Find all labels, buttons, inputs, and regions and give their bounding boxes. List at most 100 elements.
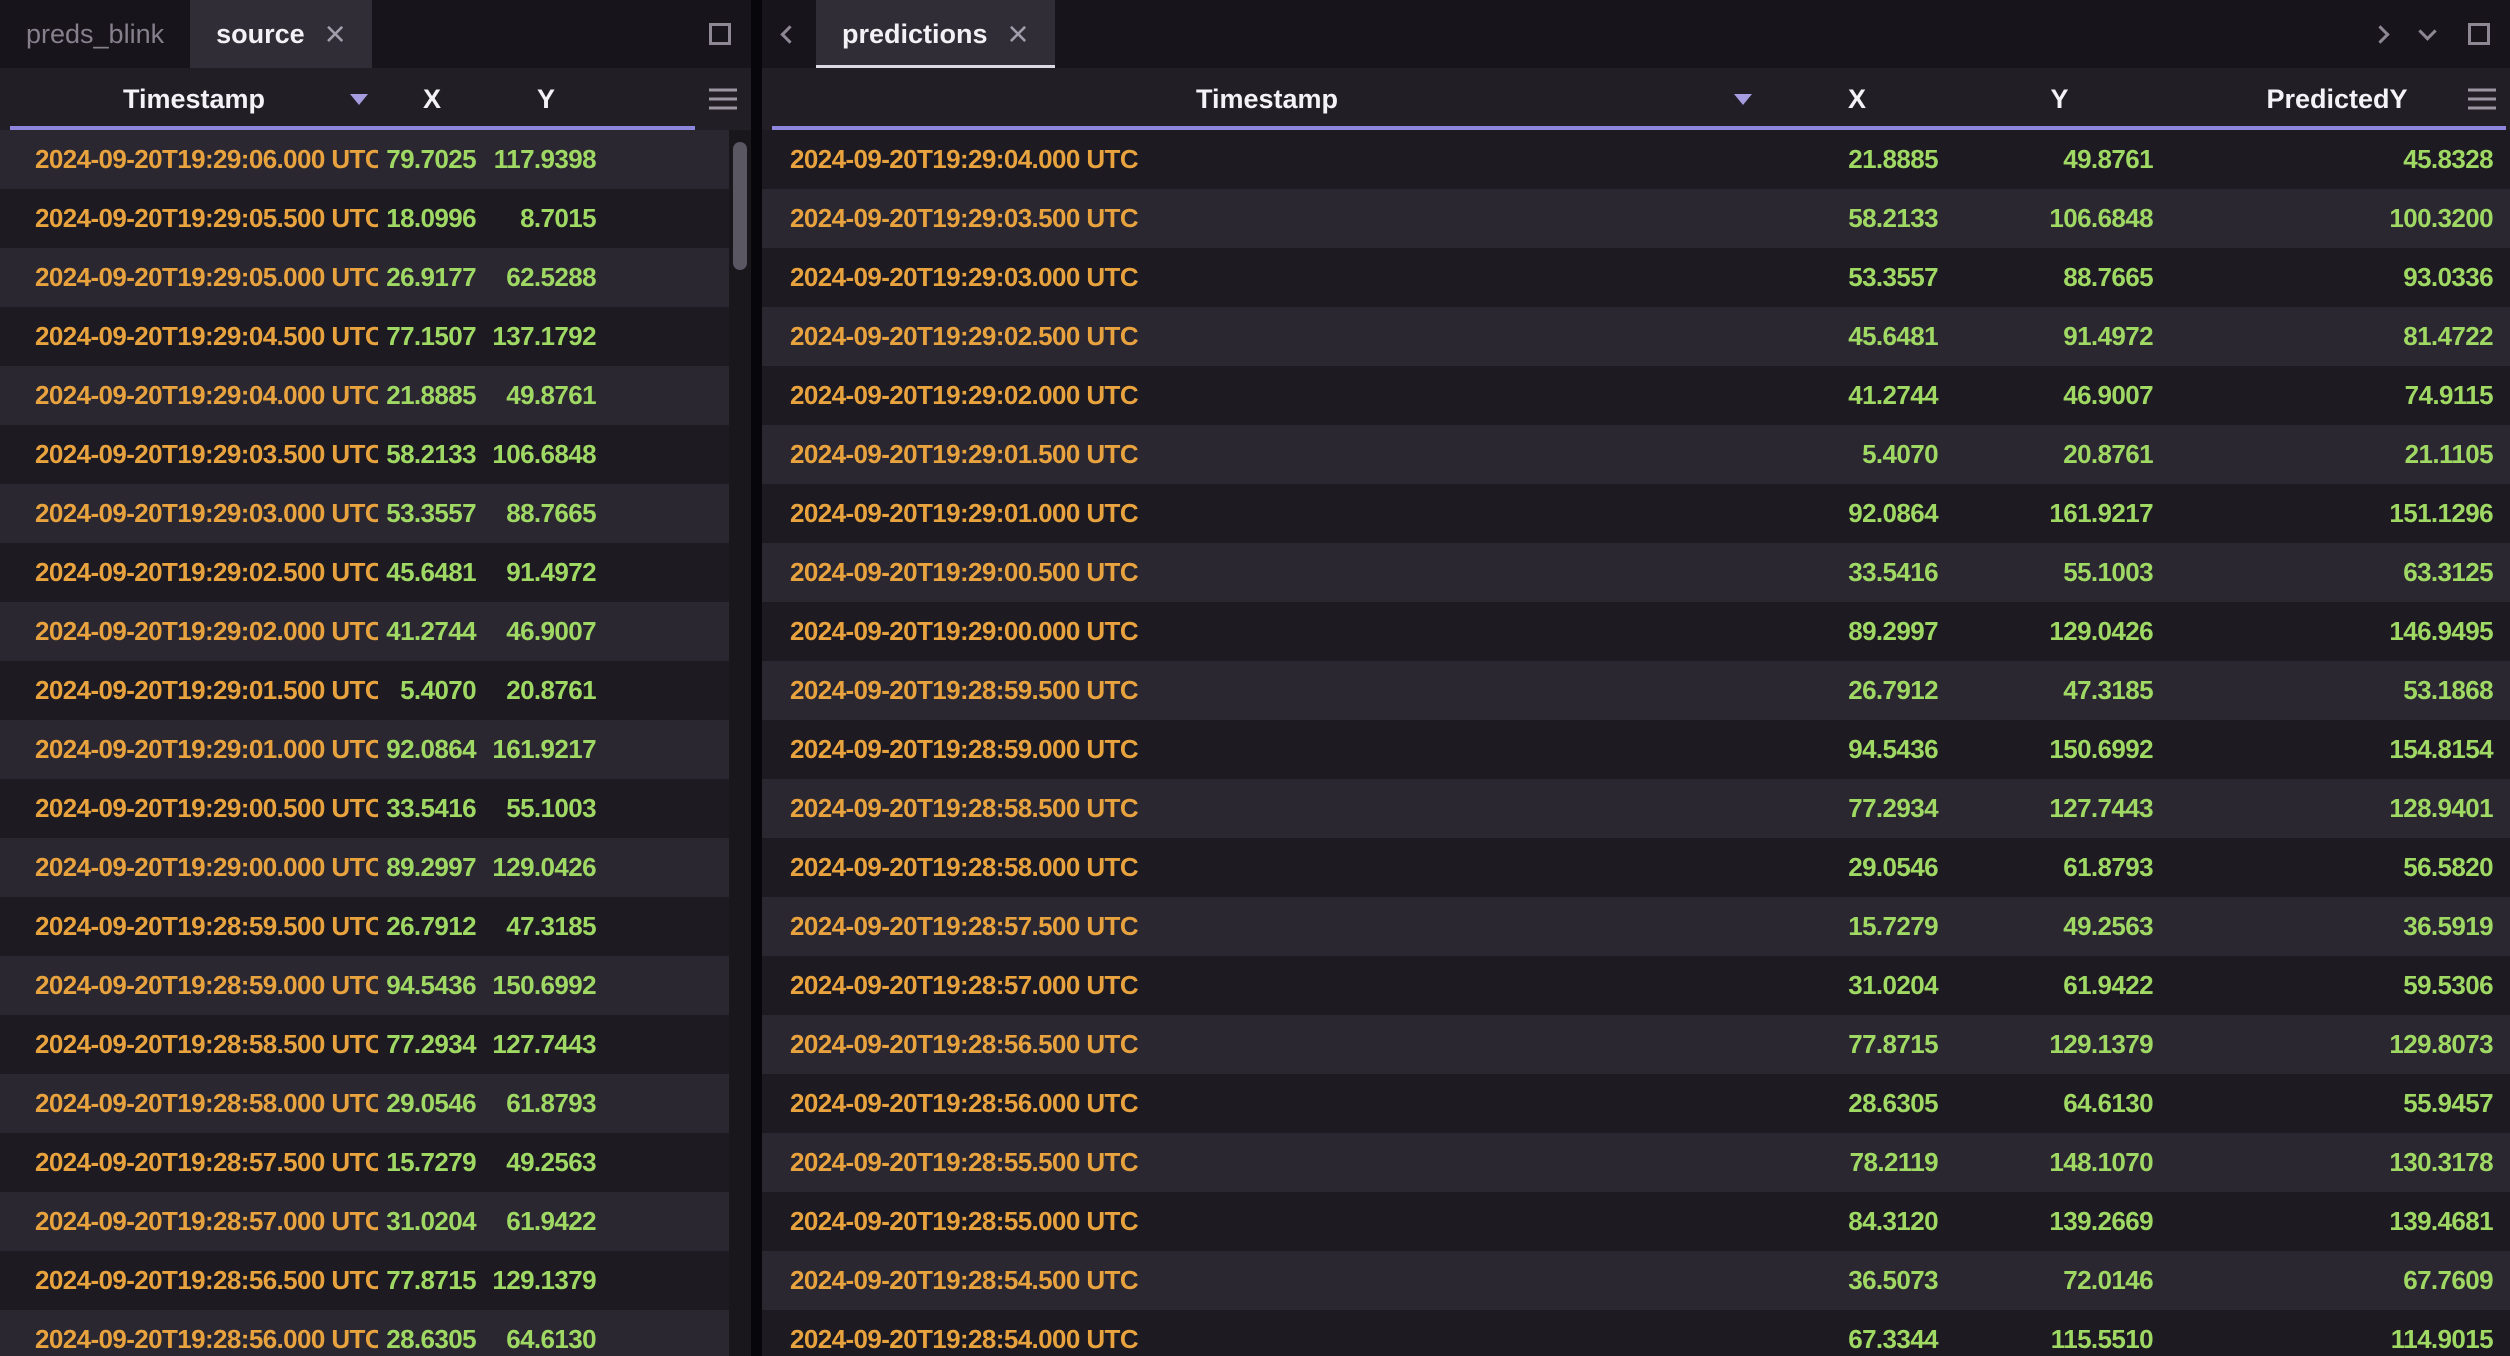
y-cell[interactable]: 61.8793 <box>1952 852 2167 883</box>
predictedy-cell[interactable]: 67.7609 <box>2167 1265 2507 1296</box>
predictedy-cell[interactable]: 129.8073 <box>2167 1029 2507 1060</box>
y-cell[interactable]: 150.6992 <box>486 970 606 1001</box>
table-row[interactable]: 2024-09-20T19:29:03.500 UTC58.2133106.68… <box>762 189 2510 248</box>
y-cell[interactable]: 46.9007 <box>1952 380 2167 411</box>
table-row[interactable]: 2024-09-20T19:28:56.500 UTC77.8715129.13… <box>0 1251 729 1310</box>
x-cell[interactable]: 77.1507 <box>378 321 486 352</box>
timestamp-cell[interactable]: 2024-09-20T19:28:58.500 UTC <box>10 1029 378 1060</box>
table-row[interactable]: 2024-09-20T19:29:03.000 UTC53.355788.766… <box>762 248 2510 307</box>
predictedy-cell[interactable]: 93.0336 <box>2167 262 2507 293</box>
table-row[interactable]: 2024-09-20T19:29:04.000 UTC21.888549.876… <box>0 366 729 425</box>
timestamp-cell[interactable]: 2024-09-20T19:28:54.000 UTC <box>772 1324 1762 1355</box>
table-row[interactable]: 2024-09-20T19:28:56.000 UTC28.630564.613… <box>0 1310 729 1356</box>
y-cell[interactable]: 161.9217 <box>1952 498 2167 529</box>
x-cell[interactable]: 15.7279 <box>378 1147 486 1178</box>
x-cell[interactable]: 41.2744 <box>378 616 486 647</box>
predictedy-cell[interactable]: 59.5306 <box>2167 970 2507 1001</box>
table-row[interactable]: 2024-09-20T19:28:56.500 UTC77.8715129.13… <box>762 1015 2510 1074</box>
timestamp-cell[interactable]: 2024-09-20T19:29:05.000 UTC <box>10 262 378 293</box>
y-cell[interactable]: 55.1003 <box>486 793 606 824</box>
x-cell[interactable]: 31.0204 <box>378 1206 486 1237</box>
table-row[interactable]: 2024-09-20T19:29:02.000 UTC41.274446.900… <box>0 602 729 661</box>
tab-predictions[interactable]: predictions × <box>816 0 1055 68</box>
table-row[interactable]: 2024-09-20T19:29:05.500 UTC18.09968.7015 <box>0 189 729 248</box>
table-row[interactable]: 2024-09-20T19:28:58.500 UTC77.2934127.74… <box>0 1015 729 1074</box>
x-cell[interactable]: 77.2934 <box>378 1029 486 1060</box>
chevron-right-icon[interactable] <box>2371 25 2389 43</box>
y-cell[interactable]: 117.9398 <box>486 144 606 175</box>
table-menu-icon[interactable] <box>2468 89 2496 110</box>
y-cell[interactable]: 88.7665 <box>1952 262 2167 293</box>
x-cell[interactable]: 26.7912 <box>1762 675 1952 706</box>
tab-source[interactable]: source × <box>190 0 372 68</box>
timestamp-cell[interactable]: 2024-09-20T19:28:54.500 UTC <box>772 1265 1762 1296</box>
x-cell[interactable]: 53.3557 <box>378 498 486 529</box>
table-row[interactable]: 2024-09-20T19:29:00.500 UTC33.541655.100… <box>0 779 729 838</box>
timestamp-cell[interactable]: 2024-09-20T19:29:00.000 UTC <box>772 616 1762 647</box>
timestamp-cell[interactable]: 2024-09-20T19:28:56.000 UTC <box>10 1324 378 1355</box>
timestamp-cell[interactable]: 2024-09-20T19:28:56.500 UTC <box>10 1265 378 1296</box>
y-cell[interactable]: 91.4972 <box>1952 321 2167 352</box>
y-cell[interactable]: 115.5510 <box>1952 1324 2167 1355</box>
predictedy-cell[interactable]: 100.3200 <box>2167 203 2507 234</box>
predictedy-cell[interactable]: 36.5919 <box>2167 911 2507 942</box>
predictedy-cell[interactable]: 139.4681 <box>2167 1206 2507 1237</box>
x-cell[interactable]: 26.9177 <box>378 262 486 293</box>
x-cell[interactable]: 77.8715 <box>1762 1029 1952 1060</box>
x-cell[interactable]: 15.7279 <box>1762 911 1952 942</box>
y-cell[interactable]: 129.1379 <box>486 1265 606 1296</box>
predictedy-cell[interactable]: 53.1868 <box>2167 675 2507 706</box>
column-header-timestamp[interactable]: Timestamp <box>10 68 378 130</box>
x-cell[interactable]: 78.2119 <box>1762 1147 1952 1178</box>
y-cell[interactable]: 20.8761 <box>1952 439 2167 470</box>
y-cell[interactable]: 49.2563 <box>486 1147 606 1178</box>
timestamp-cell[interactable]: 2024-09-20T19:29:03.500 UTC <box>10 439 378 470</box>
y-cell[interactable]: 47.3185 <box>486 911 606 942</box>
predictedy-cell[interactable]: 151.1296 <box>2167 498 2507 529</box>
timestamp-cell[interactable]: 2024-09-20T19:28:59.500 UTC <box>772 675 1762 706</box>
timestamp-cell[interactable]: 2024-09-20T19:29:04.000 UTC <box>772 144 1762 175</box>
y-cell[interactable]: 127.7443 <box>486 1029 606 1060</box>
y-cell[interactable]: 47.3185 <box>1952 675 2167 706</box>
table-row[interactable]: 2024-09-20T19:29:04.000 UTC21.888549.876… <box>762 130 2510 189</box>
timestamp-cell[interactable]: 2024-09-20T19:29:03.000 UTC <box>10 498 378 529</box>
timestamp-cell[interactable]: 2024-09-20T19:28:57.000 UTC <box>10 1206 378 1237</box>
x-cell[interactable]: 89.2997 <box>378 852 486 883</box>
predictedy-cell[interactable]: 130.3178 <box>2167 1147 2507 1178</box>
y-cell[interactable]: 129.0426 <box>486 852 606 883</box>
x-cell[interactable]: 29.0546 <box>378 1088 486 1119</box>
table-row[interactable]: 2024-09-20T19:28:54.000 UTC67.3344115.55… <box>762 1310 2510 1356</box>
timestamp-cell[interactable]: 2024-09-20T19:29:00.000 UTC <box>10 852 378 883</box>
table-row[interactable]: 2024-09-20T19:28:58.000 UTC29.054661.879… <box>762 838 2510 897</box>
y-cell[interactable]: 20.8761 <box>486 675 606 706</box>
timestamp-cell[interactable]: 2024-09-20T19:28:59.000 UTC <box>10 970 378 1001</box>
tab-preds-blink[interactable]: preds_blink <box>0 0 190 68</box>
column-header-predictedy[interactable]: PredictedY <box>2167 68 2507 130</box>
table-row[interactable]: 2024-09-20T19:28:57.500 UTC15.727949.256… <box>762 897 2510 956</box>
table-row[interactable]: 2024-09-20T19:29:01.000 UTC92.0864161.92… <box>762 484 2510 543</box>
table-row[interactable]: 2024-09-20T19:29:03.500 UTC58.2133106.68… <box>0 425 729 484</box>
timestamp-cell[interactable]: 2024-09-20T19:28:55.500 UTC <box>772 1147 1762 1178</box>
x-cell[interactable]: 77.8715 <box>378 1265 486 1296</box>
close-icon[interactable]: × <box>325 20 346 49</box>
timestamp-cell[interactable]: 2024-09-20T19:28:58.000 UTC <box>10 1088 378 1119</box>
timestamp-cell[interactable]: 2024-09-20T19:29:00.500 UTC <box>10 793 378 824</box>
y-cell[interactable]: 62.5288 <box>486 262 606 293</box>
table-row[interactable]: 2024-09-20T19:29:02.500 UTC45.648191.497… <box>0 543 729 602</box>
timestamp-cell[interactable]: 2024-09-20T19:29:04.000 UTC <box>10 380 378 411</box>
y-cell[interactable]: 88.7665 <box>486 498 606 529</box>
y-cell[interactable]: 91.4972 <box>486 557 606 588</box>
maximize-icon[interactable] <box>709 23 731 45</box>
x-cell[interactable]: 5.4070 <box>1762 439 1952 470</box>
timestamp-cell[interactable]: 2024-09-20T19:29:00.500 UTC <box>772 557 1762 588</box>
x-cell[interactable]: 92.0864 <box>1762 498 1952 529</box>
timestamp-cell[interactable]: 2024-09-20T19:29:01.000 UTC <box>10 734 378 765</box>
x-cell[interactable]: 53.3557 <box>1762 262 1952 293</box>
table-menu-icon[interactable] <box>709 89 737 110</box>
table-row[interactable]: 2024-09-20T19:29:00.000 UTC89.2997129.04… <box>0 838 729 897</box>
x-cell[interactable]: 67.3344 <box>1762 1324 1952 1355</box>
y-cell[interactable]: 64.6130 <box>486 1324 606 1355</box>
predictedy-cell[interactable]: 45.8328 <box>2167 144 2507 175</box>
timestamp-cell[interactable]: 2024-09-20T19:29:04.500 UTC <box>10 321 378 352</box>
table-row[interactable]: 2024-09-20T19:29:01.500 UTC5.407020.8761 <box>0 661 729 720</box>
